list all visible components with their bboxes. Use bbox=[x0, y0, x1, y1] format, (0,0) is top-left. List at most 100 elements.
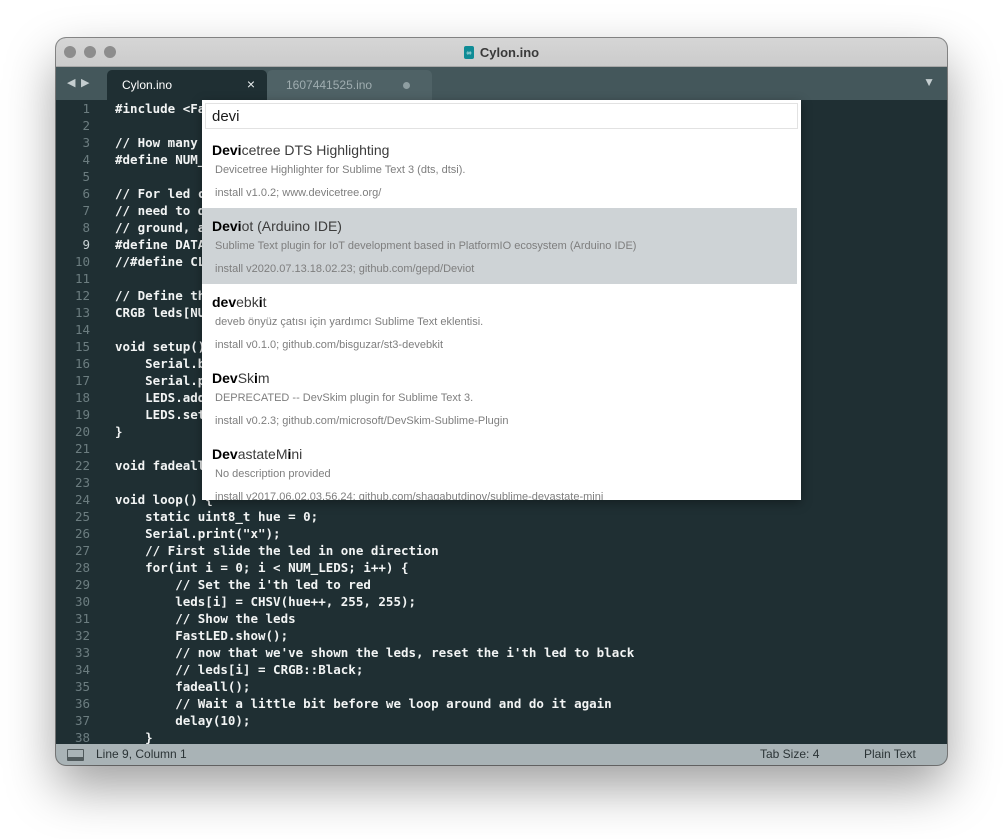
title-bar: ∞ Cylon.ino bbox=[56, 38, 947, 67]
line-number: 10 bbox=[74, 254, 90, 269]
code-line[interactable]: // Wait a little bit before we loop arou… bbox=[115, 695, 947, 712]
tab-bar: ◀ ▶ Cylon.ino × 1607441525.ino ▼ bbox=[56, 67, 947, 100]
line-number: 20 bbox=[74, 424, 90, 439]
line-number-gutter: 1 2 3 4 5 6 7 8 9 10 11 12 13 14 15 16 17 18 19 20 21 22 23 24 2… bbox=[56, 100, 90, 744]
tab-cylon-ino[interactable]: Cylon.ino × bbox=[107, 70, 267, 100]
line-number: 8 bbox=[82, 220, 90, 235]
line-number: 17 bbox=[74, 373, 90, 388]
cursor-position[interactable]: Line 9, Column 1 bbox=[96, 747, 187, 761]
line-number: 2 bbox=[82, 118, 90, 133]
line-number: 3 bbox=[82, 135, 90, 150]
line-number: 5 bbox=[82, 169, 90, 184]
package-description: DEPRECATED -- DevSkim plugin for Sublime… bbox=[215, 392, 474, 404]
tab-label: Cylon.ino bbox=[122, 78, 173, 92]
package-name: Deviot (Arduino IDE) bbox=[212, 218, 342, 234]
code-line[interactable]: static uint8_t hue = 0; bbox=[115, 508, 947, 525]
tab-size-selector[interactable]: Tab Size: 4 bbox=[760, 747, 819, 761]
code-line[interactable]: FastLED.show(); bbox=[115, 627, 947, 644]
line-number: 15 bbox=[74, 339, 90, 354]
match-highlight: Devi bbox=[212, 142, 242, 158]
unsaved-dot-icon[interactable] bbox=[403, 82, 410, 89]
tab-label: 1607441525.ino bbox=[286, 78, 373, 92]
name-text: t bbox=[262, 294, 267, 310]
line-number: 38 bbox=[74, 730, 90, 744]
line-number: 32 bbox=[74, 628, 90, 643]
name-text: astateM bbox=[237, 446, 288, 462]
line-number: 31 bbox=[74, 611, 90, 626]
package-install-info: install v0.1.0; github.com/bisguzar/st3-… bbox=[215, 339, 444, 351]
package-install-info: install v2020.07.13.18.02.23; github.com… bbox=[215, 263, 475, 275]
name-text: m bbox=[257, 370, 270, 386]
code-line[interactable]: // now that we've shown the leds, reset … bbox=[115, 644, 947, 661]
package-name: Devicetree DTS Highlighting bbox=[212, 142, 389, 158]
tab-list-dropdown-icon[interactable]: ▼ bbox=[923, 75, 935, 89]
line-number: 12 bbox=[74, 288, 90, 303]
code-line[interactable]: // First slide the led in one direction bbox=[115, 542, 947, 559]
package-name: devebkit bbox=[212, 294, 266, 310]
line-number: 34 bbox=[74, 662, 90, 677]
name-text: ni bbox=[291, 446, 303, 462]
line-number: 35 bbox=[74, 679, 90, 694]
line-number: 27 bbox=[74, 543, 90, 558]
package-install-info: install v0.2.3; github.com/microsoft/Dev… bbox=[215, 415, 509, 427]
code-line[interactable]: fadeall(); bbox=[115, 678, 947, 695]
package-item[interactable]: Devicetree DTS Highlighting Devicetree Hi… bbox=[202, 132, 801, 208]
tab-forward-icon[interactable]: ▶ bbox=[81, 76, 89, 89]
match-highlight: Dev bbox=[212, 446, 238, 462]
editor-window: ∞ Cylon.ino ◀ ▶ Cylon.ino × 1607441525.i… bbox=[56, 38, 947, 765]
package-description: Devicetree Highlighter for Sublime Text … bbox=[215, 164, 466, 176]
match-highlight: dev bbox=[212, 294, 237, 310]
line-number: 25 bbox=[74, 509, 90, 524]
package-item[interactable]: DevSkim DEPRECATED -- DevSkim plugin for … bbox=[202, 360, 801, 436]
line-number: 1 bbox=[82, 101, 90, 116]
name-text: ot (Arduino IDE) bbox=[241, 218, 342, 234]
match-highlight: Devi bbox=[212, 218, 242, 234]
code-line[interactable]: leds[i] = CHSV(hue++, 255, 255); bbox=[115, 593, 947, 610]
code-line[interactable]: for(int i = 0; i < NUM_LEDS; i++) { bbox=[115, 559, 947, 576]
package-item[interactable]: devebkit deveb önyüz çatısı için yardımcı… bbox=[202, 284, 801, 360]
line-number: 19 bbox=[74, 407, 90, 422]
line-number: 6 bbox=[82, 186, 90, 201]
package-name: DevastateMini bbox=[212, 446, 302, 462]
panel-toggle-icon[interactable] bbox=[67, 749, 84, 761]
package-description: Sublime Text plugin for IoT development … bbox=[215, 240, 637, 252]
package-description: No description provided bbox=[215, 468, 331, 480]
line-number: 9 bbox=[82, 237, 90, 252]
line-number: 7 bbox=[82, 203, 90, 218]
palette-search-input[interactable] bbox=[205, 103, 798, 129]
tab-back-icon[interactable]: ◀ bbox=[67, 76, 75, 89]
name-text: Sk bbox=[237, 370, 255, 386]
line-number: 28 bbox=[74, 560, 90, 575]
name-text: cetree DTS Highlighting bbox=[241, 142, 390, 158]
line-number: 22 bbox=[74, 458, 90, 473]
code-line[interactable]: // Show the leds bbox=[115, 610, 947, 627]
package-item[interactable]: DevastateMini No description provided inst… bbox=[202, 436, 801, 500]
package-install-palette: Devicetree DTS HighlightingDevicetree Hi… bbox=[202, 100, 801, 500]
code-line[interactable]: // Set the i'th led to red bbox=[115, 576, 947, 593]
tab-1607441525-ino[interactable]: 1607441525.ino bbox=[267, 70, 432, 100]
package-name: DevSkim bbox=[212, 370, 270, 386]
line-number: 23 bbox=[74, 475, 90, 490]
line-number: 18 bbox=[74, 390, 90, 405]
code-line[interactable]: // leds[i] = CRGB::Black; bbox=[115, 661, 947, 678]
code-line[interactable]: Serial.print("x"); bbox=[115, 525, 947, 542]
status-bar: Line 9, Column 1 Tab Size: 4 Plain Text bbox=[56, 744, 947, 765]
syntax-selector[interactable]: Plain Text bbox=[864, 747, 916, 761]
line-number: 13 bbox=[74, 305, 90, 320]
package-install-info: install v1.0.2; www.devicetree.org/ bbox=[215, 187, 382, 199]
line-number: 11 bbox=[74, 271, 90, 286]
line-number: 26 bbox=[74, 526, 90, 541]
tab-close-icon[interactable]: × bbox=[247, 76, 255, 92]
line-number: 4 bbox=[82, 152, 90, 167]
code-line[interactable]: } bbox=[115, 729, 947, 744]
line-number: 33 bbox=[74, 645, 90, 660]
name-text: ebk bbox=[236, 294, 259, 310]
line-number: 29 bbox=[74, 577, 90, 592]
line-number: 24 bbox=[74, 492, 90, 507]
line-number: 37 bbox=[74, 713, 90, 728]
window-title: Cylon.ino bbox=[479, 44, 540, 60]
package-item[interactable]: Deviot (Arduino IDE) Sublime Text plugin … bbox=[202, 208, 797, 284]
line-number: 30 bbox=[74, 594, 90, 609]
package-list: Devicetree DTS Highlighting Devicetree Hi… bbox=[202, 132, 801, 500]
code-line[interactable]: delay(10); bbox=[115, 712, 947, 729]
